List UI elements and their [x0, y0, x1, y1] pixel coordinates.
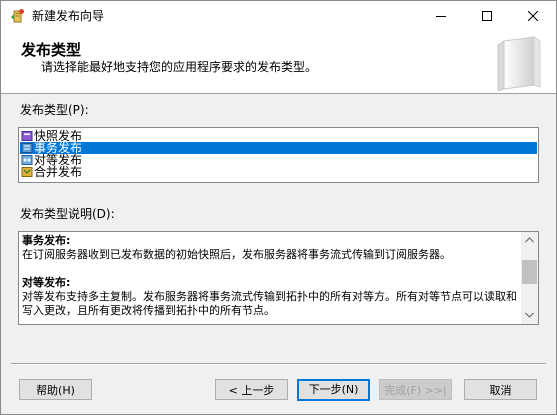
minimize-button[interactable]: [418, 1, 464, 31]
wizard-app-icon: [11, 9, 24, 23]
publication-type-list[interactable]: 快照发布 事务发布 对等发布 合并发布: [18, 127, 539, 183]
window-title: 新建发布向导: [32, 9, 105, 23]
back-button[interactable]: < 上一步: [215, 379, 288, 400]
transactional-publication-icon: [21, 143, 33, 153]
book-banner-icon: [497, 36, 541, 91]
description-heading: 事务发布:: [22, 234, 71, 247]
minimize-icon: [436, 16, 446, 17]
button-separator: [11, 363, 546, 365]
cancel-button[interactable]: 取消: [464, 379, 537, 400]
page-subtitle: 请选择能最好地支持您的应用程序要求的发布类型。: [41, 60, 318, 74]
close-button[interactable]: [510, 1, 556, 31]
wizard-header: 发布类型 请选择能最好地支持您的应用程序要求的发布类型。: [1, 31, 556, 94]
publication-type-description-label: 发布类型说明(D):: [20, 207, 115, 221]
description-body: 对等发布支持多主复制。发布服务器将事务流式传输到拓扑中的所有对等方。所有对等节点…: [22, 290, 517, 317]
list-item-label: 合并发布: [34, 165, 83, 179]
peer-to-peer-publication-icon: [21, 155, 33, 165]
publication-type-description-box[interactable]: 事务发布: 在订阅服务器收到已发布数据的初始快照后，发布服务器将事务流式传输到订…: [18, 231, 539, 325]
snapshot-publication-icon: [21, 131, 33, 141]
list-item-snapshot-publication[interactable]: 快照发布: [20, 130, 537, 142]
list-item-transactional-publication[interactable]: 事务发布: [20, 142, 537, 154]
title-bar[interactable]: 新建发布向导: [1, 1, 556, 31]
scroll-down-arrow-icon: [525, 312, 534, 318]
scroll-up-arrow-icon: [525, 237, 534, 243]
scroll-up-button[interactable]: [521, 232, 538, 249]
description-content: 事务发布: 在订阅服务器收到已发布数据的初始快照后，发布服务器将事务流式传输到订…: [22, 234, 517, 318]
description-body: 在订阅服务器收到已发布数据的初始快照后，发布服务器将事务流式传输到订阅服务器。: [22, 248, 451, 261]
scroll-thumb[interactable]: [522, 260, 537, 284]
scroll-down-button[interactable]: [521, 307, 538, 324]
merge-publication-icon: [21, 167, 33, 177]
description-scrollbar[interactable]: [521, 232, 538, 324]
next-button[interactable]: 下一步(N): [297, 379, 370, 401]
finish-button[interactable]: 完成(F) >>|: [379, 379, 452, 400]
page-title: 发布类型: [21, 41, 82, 59]
list-item-peer-to-peer-publication[interactable]: 对等发布: [20, 154, 537, 166]
close-icon: [528, 11, 538, 21]
maximize-icon: [482, 11, 492, 21]
list-item-merge-publication[interactable]: 合并发布: [20, 166, 537, 178]
publication-type-label: 发布类型(P):: [20, 103, 89, 117]
help-button[interactable]: 帮助(H): [19, 379, 92, 400]
maximize-button[interactable]: [464, 1, 510, 31]
description-heading: 对等发布:: [22, 276, 71, 289]
new-publication-wizard-window: 新建发布向导 发布类型 请选择能最好地支持您的应用程序要求的发布类型。 发布类型…: [0, 0, 557, 415]
